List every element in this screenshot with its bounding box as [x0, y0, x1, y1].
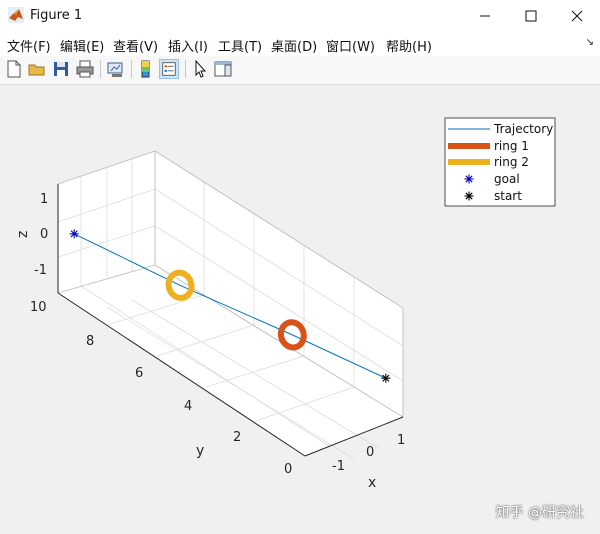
matlab-app-icon [8, 7, 24, 23]
menu-file[interactable]: 文件(F) [7, 36, 51, 55]
menu-help[interactable]: 帮助(H) [386, 36, 432, 55]
legend-icon[interactable] [159, 59, 179, 79]
maximize-icon [525, 10, 537, 22]
legend-label-ring-1: ring 1 [494, 139, 529, 153]
new-figure-icon[interactable] [4, 59, 24, 79]
menu-desktop[interactable]: 桌面(D) [271, 36, 317, 55]
y-tick-label: 10 [30, 300, 47, 315]
x-tick-label: -1 [332, 459, 345, 474]
pointer-icon[interactable] [190, 59, 210, 79]
legend-marker-goal [464, 174, 474, 184]
legend-goal-asterisk [464, 174, 474, 184]
legend-label-start: start [494, 189, 522, 203]
property-editor-icon[interactable] [213, 59, 233, 79]
close-button[interactable] [554, 0, 600, 32]
save-icon[interactable] [51, 59, 71, 79]
z-axis-label: z [15, 231, 31, 238]
link-plot-icon[interactable] [106, 59, 126, 79]
y-tick-label: 8 [86, 334, 94, 349]
figure-toolbar [0, 56, 600, 85]
y-tick-label: 6 [135, 366, 143, 381]
z-tick-label: -1 [34, 263, 47, 278]
x-axis-label: x [368, 475, 376, 491]
menu-bar: 文件(F) 编辑(E) 查看(V) 插入(I) 工具(T) 桌面(D) 窗口(W… [0, 32, 600, 56]
y-tick-label: 2 [233, 430, 241, 445]
legend-label-trajectory: Trajectory [493, 122, 553, 136]
z-tick-label: 1 [40, 192, 48, 207]
menu-insert[interactable]: 插入(I) [168, 36, 208, 55]
menu-window[interactable]: 窗口(W) [326, 36, 375, 55]
toolbar-separator [131, 60, 132, 78]
z-tick-label: 0 [40, 227, 48, 242]
print-icon[interactable] [75, 59, 95, 79]
legend[interactable]: Trajectory ring 1 ring 2 goal start [444, 117, 556, 207]
watermark: 知乎 @研究社 [495, 505, 584, 521]
minimize-button[interactable] [462, 0, 508, 32]
figure-canvas: 1 0 -1 10 8 6 4 2 0 -1 0 1 z y x Traject… [15, 117, 556, 491]
toolbar-separator [100, 60, 101, 78]
start-marker [381, 373, 391, 383]
y-axis-label: y [196, 443, 204, 459]
goal-marker [69, 229, 79, 239]
legend-label-goal: goal [494, 172, 520, 186]
maximize-button[interactable] [508, 0, 554, 32]
toolbar-separator [185, 60, 186, 78]
x-tick-label: 0 [366, 445, 374, 460]
legend-start-asterisk [464, 191, 474, 201]
y-tick-label: 4 [184, 399, 192, 414]
title-bar: Figure 1 [0, 0, 600, 33]
menu-dock-arrow-icon[interactable]: ↘ [586, 37, 594, 48]
y-tick-label: 0 [284, 462, 292, 477]
colorbar-icon[interactable] [136, 59, 156, 79]
menu-view[interactable]: 查看(V) [113, 36, 158, 55]
close-icon [571, 10, 583, 22]
minimize-icon [480, 15, 490, 17]
legend-label-ring-2: ring 2 [494, 155, 529, 169]
x-tick-label: 1 [397, 433, 405, 448]
axes-box [57, 150, 404, 460]
menu-edit[interactable]: 编辑(E) [60, 36, 104, 55]
open-file-icon[interactable] [27, 59, 47, 79]
window-title: Figure 1 [30, 8, 83, 23]
menu-tools[interactable]: 工具(T) [218, 36, 262, 55]
legend-marker-start [464, 191, 474, 201]
